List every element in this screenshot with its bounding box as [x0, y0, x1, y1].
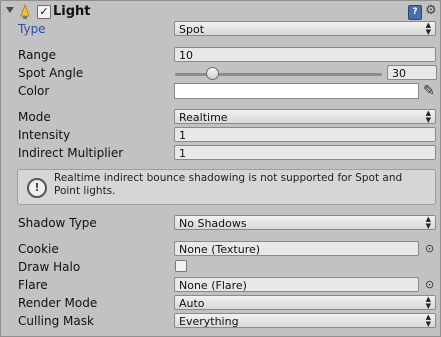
- light-inspector-panel: ✓ Light ? ⚙ Type Spot ▲ ▼ Range 10 Spot A…: [0, 0, 441, 337]
- cookie-label: Cookie: [18, 242, 59, 256]
- draw-halo-label: Draw Halo: [18, 260, 81, 274]
- dropdown-arrows-icon: ▲ ▼: [425, 295, 431, 310]
- cookie-object-field[interactable]: None (Texture): [174, 241, 419, 256]
- flare-label: Flare: [18, 278, 48, 292]
- intensity-label: Intensity: [18, 128, 71, 142]
- help-message: Realtime indirect bounce shadowing is no…: [54, 172, 403, 197]
- indirect-multiplier-label: Indirect Multiplier: [18, 146, 124, 160]
- type-dropdown[interactable]: Spot ▲ ▼: [174, 21, 436, 36]
- object-picker-icon[interactable]: ⊙: [425, 278, 434, 291]
- help-box: ! Realtime indirect bounce shadowing is …: [17, 169, 436, 205]
- gear-icon[interactable]: ⚙: [425, 3, 437, 18]
- render-mode-value: Auto: [179, 297, 205, 310]
- intensity-field[interactable]: 1: [174, 127, 436, 142]
- dropdown-arrows-icon: ▲ ▼: [425, 21, 431, 36]
- render-mode-dropdown[interactable]: Auto ▲ ▼: [174, 295, 436, 310]
- range-field[interactable]: 10: [174, 47, 436, 62]
- spot-angle-slider-thumb[interactable]: [206, 67, 220, 80]
- culling-mask-value: Everything: [179, 315, 239, 328]
- range-label: Range: [18, 48, 57, 62]
- color-label: Color: [18, 84, 50, 98]
- spot-angle-field[interactable]: 30: [387, 65, 437, 80]
- culling-mask-dropdown[interactable]: Everything ▲ ▼: [174, 313, 436, 328]
- foldout-arrow-icon[interactable]: [6, 7, 14, 13]
- info-icon: !: [27, 178, 47, 198]
- spot-angle-label: Spot Angle: [18, 66, 84, 80]
- render-mode-label: Render Mode: [18, 296, 98, 310]
- color-swatch[interactable]: [174, 83, 419, 99]
- light-bulb-icon: [20, 4, 30, 19]
- type-value: Spot: [179, 23, 205, 36]
- mode-label: Mode: [18, 110, 51, 124]
- component-title: Light: [53, 4, 91, 19]
- mode-dropdown[interactable]: Realtime ▲ ▼: [174, 109, 436, 124]
- type-label: Type: [18, 22, 46, 36]
- flare-object-field[interactable]: None (Flare): [174, 277, 419, 292]
- eyedropper-icon[interactable]: ✎: [423, 83, 435, 99]
- draw-halo-checkbox[interactable]: [175, 260, 187, 272]
- component-header: ✓ Light ? ⚙: [1, 1, 440, 23]
- shadow-type-value: No Shadows: [179, 217, 247, 230]
- component-enabled-checkbox[interactable]: ✓: [37, 5, 51, 19]
- object-picker-icon[interactable]: ⊙: [425, 242, 434, 255]
- dropdown-arrows-icon: ▲ ▼: [425, 313, 431, 328]
- reference-book-icon[interactable]: ?: [408, 5, 422, 20]
- indirect-multiplier-field[interactable]: 1: [174, 145, 436, 160]
- dropdown-arrows-icon: ▲ ▼: [425, 109, 431, 124]
- dropdown-arrows-icon: ▲ ▼: [425, 215, 431, 230]
- mode-value: Realtime: [179, 111, 228, 124]
- culling-mask-label: Culling Mask: [18, 314, 94, 328]
- shadow-type-dropdown[interactable]: No Shadows ▲ ▼: [174, 215, 436, 230]
- shadow-type-label: Shadow Type: [18, 216, 97, 230]
